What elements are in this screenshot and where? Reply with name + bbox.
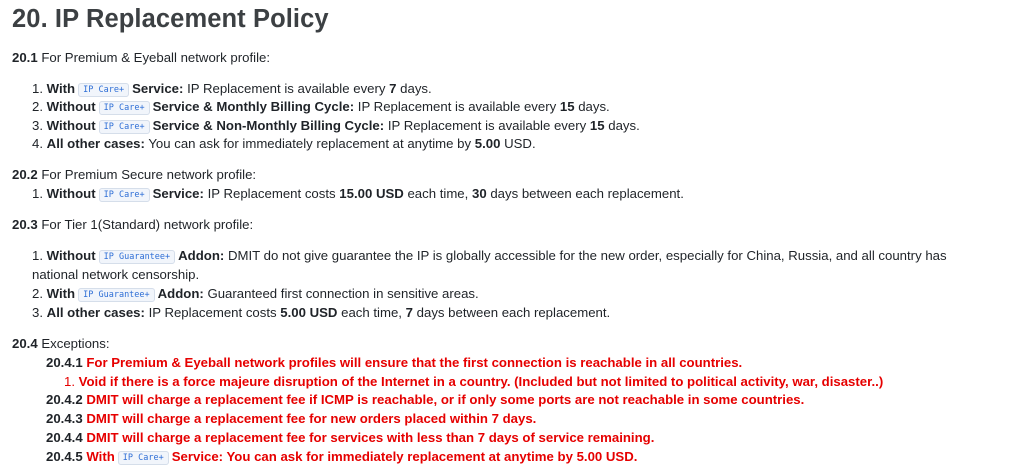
exception-item: 20.4.1 For Premium & Eyeball network pro… xyxy=(46,355,743,370)
list-item: 2. Without IP Care+ Service & Monthly Bill… xyxy=(32,99,610,115)
section-20-4-heading: 20.4 Exceptions: xyxy=(12,335,110,352)
ip-guarantee-tag: IP Guarantee+ xyxy=(98,250,176,264)
ip-care-tag: IP Care+ xyxy=(98,188,150,202)
exception-subitem: 1. Void if there is a force majeure disr… xyxy=(64,374,884,389)
section-20-3-heading: 20.3 For Tier 1(Standard) network profil… xyxy=(12,216,253,233)
ip-care-tag: IP Care+ xyxy=(98,120,150,134)
section-number: 20.3 xyxy=(12,217,38,232)
ip-care-tag: IP Care+ xyxy=(78,83,130,97)
page-title: 20. IP Replacement Policy xyxy=(12,5,329,33)
list-item: 1. Without IP Care+ Service: IP Replacemen… xyxy=(32,186,684,202)
list-item: 2. With IP Guarantee+ Addon: Guaranteed fi… xyxy=(32,286,479,302)
section-text: For Tier 1(Standard) network profile: xyxy=(41,217,254,232)
section-text: Exceptions: xyxy=(41,336,110,351)
section-20-2-heading: 20.2 For Premium Secure network profile: xyxy=(12,166,256,183)
exception-item: 20.4.2 DMIT will charge a replacement fe… xyxy=(46,392,805,407)
section-text: For Premium Secure network profile: xyxy=(41,167,257,182)
list-item: 3. Without IP Care+ Service & Non-Monthly … xyxy=(32,118,640,134)
list-item: 1. With IP Care+ Service: IP Replacement i… xyxy=(32,81,432,97)
section-number: 20.1 xyxy=(12,50,38,65)
exception-item: 20.4.4 DMIT will charge a replacement fe… xyxy=(46,430,655,445)
section-number: 20.4 xyxy=(12,336,38,351)
exception-item: 20.4.3 DMIT will charge a replacement fe… xyxy=(46,411,537,426)
ip-care-tag: IP Care+ xyxy=(98,101,150,115)
section-20-1-heading: 20.1 For Premium & Eyeball network profi… xyxy=(12,49,270,66)
list-item: 1. Without IP Guarantee+ Addon: DMIT do no… xyxy=(32,248,947,282)
section-number: 20.2 xyxy=(12,167,38,182)
section-text: For Premium & Eyeball network profile: xyxy=(41,50,271,65)
policy-document: 20. IP Replacement Policy 20.1 For Premi… xyxy=(0,0,1024,465)
ip-guarantee-tag: IP Guarantee+ xyxy=(78,288,155,302)
list-item: 3. All other cases: IP Replacement costs… xyxy=(32,305,611,320)
exception-item: 20.4.5 With IP Care+ Service: You can ask … xyxy=(46,449,638,465)
list-item: 4. All other cases: You can ask for imme… xyxy=(32,136,536,151)
ip-care-tag: IP Care+ xyxy=(117,451,169,465)
